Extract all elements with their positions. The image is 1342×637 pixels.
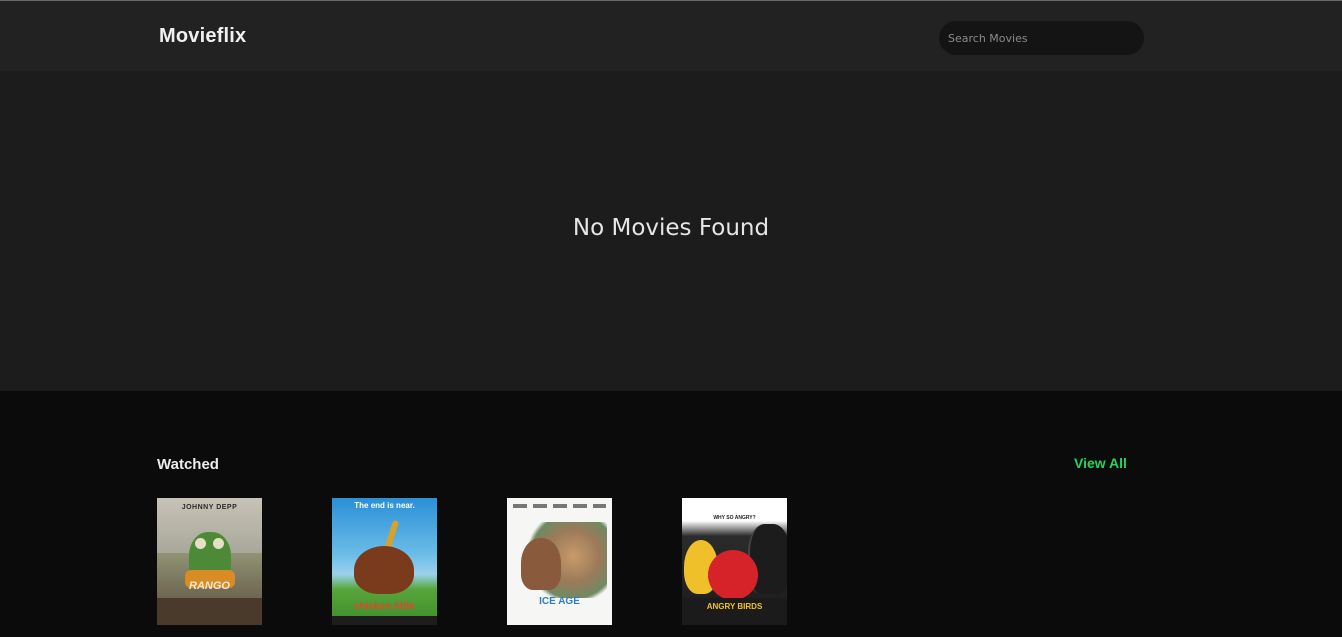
poster-top-text: JOHNNY DEPP [181,504,238,511]
poster-art [521,538,561,590]
view-all-link[interactable]: View All [1074,455,1127,471]
poster-top-text: WHY SO ANGRY? [713,515,756,521]
poster-art [332,616,437,625]
poster-art [157,598,262,625]
poster-title-text: ANGRY BIRDS [706,602,763,611]
poster-top-text: The end is near. [354,501,415,510]
poster-art [354,546,414,594]
poster-angry-birds[interactable]: WHY SO ANGRY? ANGRY BIRDS [682,498,787,625]
poster-art [195,538,206,549]
poster-art [708,550,758,600]
poster-ice-age[interactable]: ICE AGE [507,498,612,625]
poster-credits [513,504,606,508]
search-input[interactable] [948,21,1138,55]
poster-art [213,538,224,549]
brand-logo[interactable]: Movieflix [159,25,246,48]
watched-section-title: Watched [157,456,219,473]
header: Movieflix [0,1,1342,71]
no-movies-message: No Movies Found [572,215,770,241]
poster-chicken-little[interactable]: The end is near. chicken little [332,498,437,625]
poster-rango[interactable]: JOHNNY DEPP RANGO [157,498,262,625]
hero-section: No Movies Found [0,71,1342,391]
poster-title-text: chicken little [354,601,415,612]
poster-title-text: RANGO [189,580,230,592]
poster-title-text: ICE AGE [539,596,580,607]
search-box[interactable] [939,21,1144,55]
